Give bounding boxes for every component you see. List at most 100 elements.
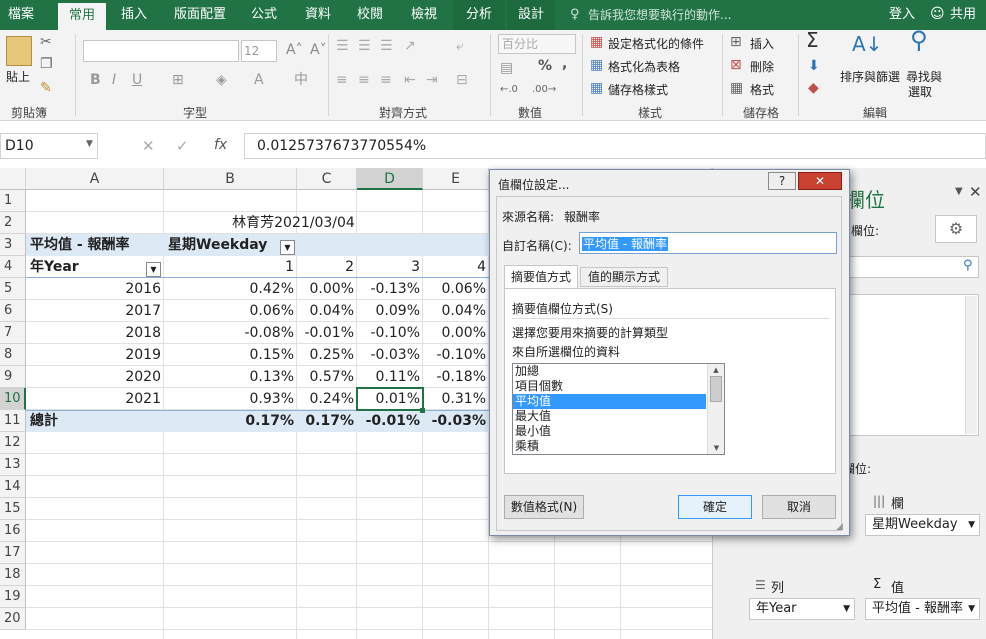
function-option[interactable]: 加總 xyxy=(513,364,724,379)
grand-total-label[interactable]: 總計 xyxy=(26,410,164,432)
italic-button[interactable]: I xyxy=(112,72,116,88)
align-center-icon[interactable]: ≡ xyxy=(358,72,370,88)
tab-analyze[interactable]: 分析 xyxy=(453,0,505,30)
row-label-year[interactable]: 2021 xyxy=(26,388,164,410)
align-top-icon[interactable]: ☰ xyxy=(336,38,349,54)
row-header-1[interactable]: 1 xyxy=(0,190,26,212)
pane-close-icon[interactable]: ✕ xyxy=(969,183,982,201)
pivot-value-cell[interactable]: -0.10% xyxy=(357,322,423,344)
row-label-year[interactable]: 2017 xyxy=(26,300,164,322)
align-bottom-icon[interactable]: ☰ xyxy=(380,38,393,54)
wrap-text-icon[interactable]: ⤶ xyxy=(456,38,464,54)
function-option[interactable]: 項目個數 xyxy=(513,379,724,394)
tab-view[interactable]: 檢視 xyxy=(404,0,444,30)
paste-button[interactable]: 貼上 xyxy=(6,68,30,85)
pivot-value-cell[interactable]: -0.03% xyxy=(357,344,423,366)
align-right-icon[interactable]: ≡ xyxy=(380,72,392,88)
pivot-value-cell[interactable]: -0.13% xyxy=(357,278,423,300)
row-header-3[interactable]: 3 xyxy=(0,234,26,256)
enter-icon[interactable]: ✓ xyxy=(176,137,189,155)
tab-design[interactable]: 設計 xyxy=(507,0,555,30)
total-1[interactable]: 0.17% xyxy=(164,410,297,432)
gear-icon[interactable]: ⚙ xyxy=(935,215,977,243)
column-filter-button[interactable]: ▼ xyxy=(280,240,295,255)
total-2[interactable]: 0.17% xyxy=(297,410,357,432)
row-label-year[interactable]: 2020 xyxy=(26,366,164,388)
pivot-value-cell[interactable]: 0.93% xyxy=(164,388,297,410)
custom-name-input[interactable]: 平均值 - 報酬率 xyxy=(579,232,837,254)
row-header-19[interactable]: 19 xyxy=(0,586,26,608)
rows-area-item[interactable]: 年Year ▼ xyxy=(749,598,855,620)
phonetic-icon[interactable]: 中 xyxy=(294,72,308,88)
pivot-value-cell[interactable]: 0.13% xyxy=(164,366,297,388)
cancel-icon[interactable]: ✕ xyxy=(142,137,155,155)
row-header-2[interactable]: 2 xyxy=(0,212,26,234)
column-header-a[interactable]: A xyxy=(26,168,164,190)
row-label-year[interactable]: 2018 xyxy=(26,322,164,344)
tell-me-search[interactable]: 告訴我您想要執行的動作... xyxy=(588,0,738,30)
align-left-icon[interactable]: ≡ xyxy=(336,72,348,88)
pivot-column-field[interactable]: 星期Weekday xyxy=(164,234,489,256)
tab-insert[interactable]: 插入 xyxy=(114,0,154,30)
close-button[interactable]: ✕ xyxy=(798,172,842,190)
clear-icon[interactable]: ◆ xyxy=(808,80,819,96)
pivot-value-cell[interactable]: 0.06% xyxy=(164,300,297,322)
tab-show-values-as[interactable]: 值的顯示方式 xyxy=(580,267,668,287)
col-label-3[interactable]: 3 xyxy=(357,256,423,278)
values-area-item[interactable]: 平均值 - 報酬率 ▼ xyxy=(865,598,980,620)
function-list-scrollbar[interactable]: ▲ ▼ xyxy=(707,364,724,454)
cut-icon[interactable]: ✂ xyxy=(40,34,52,50)
tab-file[interactable]: 檔案 xyxy=(0,0,42,30)
pivot-value-cell[interactable]: 0.24% xyxy=(297,388,357,410)
pivot-value-cell[interactable]: -0.08% xyxy=(164,322,297,344)
row-header-18[interactable]: 18 xyxy=(0,564,26,586)
tab-page-layout[interactable]: 版面配置 xyxy=(168,0,232,30)
paste-icon[interactable] xyxy=(6,36,32,66)
summarize-function-list[interactable]: 加總 項目個數 平均值 最大值 最小值 乘積 xyxy=(512,363,725,455)
row-header-14[interactable]: 14 xyxy=(0,476,26,498)
delete-cells-button[interactable]: 刪除 xyxy=(750,58,774,75)
border-icon[interactable]: ⊞ xyxy=(172,72,184,88)
tab-data[interactable]: 資料 xyxy=(298,0,338,30)
col-label-1[interactable]: 1 xyxy=(164,256,297,278)
conditional-formatting-button[interactable]: 設定格式化的條件 xyxy=(608,35,704,52)
font-size-box[interactable]: 12 xyxy=(241,40,277,62)
format-as-table-button[interactable]: 格式化為表格 xyxy=(608,58,680,75)
row-header-4[interactable]: 4 xyxy=(0,256,26,278)
pivot-value-cell[interactable]: 0.04% xyxy=(423,300,489,322)
row-header-11[interactable]: 11 xyxy=(0,410,26,432)
accounting-format-icon[interactable]: ▤ xyxy=(500,60,513,76)
row-header-20[interactable]: 20 xyxy=(0,608,26,630)
row-header-17[interactable]: 17 xyxy=(0,542,26,564)
name-box[interactable]: D10 xyxy=(0,133,98,159)
autosum-icon[interactable]: Σ xyxy=(806,30,819,50)
tab-home[interactable]: 常用 xyxy=(58,3,106,30)
fill-color-icon[interactable]: ◈ xyxy=(216,72,227,88)
pane-options-icon[interactable]: ▼ xyxy=(955,186,963,197)
pivot-value-cell[interactable]: -0.10% xyxy=(423,344,489,366)
pivot-value-cell[interactable]: 0.11% xyxy=(357,366,423,388)
cancel-button[interactable]: 取消 xyxy=(762,495,836,519)
resize-grip-icon[interactable]: ◢ xyxy=(836,522,843,532)
sort-filter-button[interactable]: 排序與篩選 xyxy=(840,68,900,85)
select-all-corner[interactable] xyxy=(0,168,26,190)
format-painter-icon[interactable]: ✎ xyxy=(40,80,52,96)
row-header-9[interactable]: 9 xyxy=(0,366,26,388)
function-option[interactable]: 乘積 xyxy=(513,439,724,454)
fill-icon[interactable]: ⬇ xyxy=(808,58,820,74)
ok-button[interactable]: 確定 xyxy=(678,495,752,519)
pivot-value-label[interactable]: 平均值 - 報酬率 xyxy=(26,234,164,256)
col-label-2[interactable]: 2 xyxy=(297,256,357,278)
pivot-value-cell[interactable]: 0.00% xyxy=(423,322,489,344)
underline-button[interactable]: U xyxy=(132,72,142,88)
pivot-value-cell[interactable]: 0.09% xyxy=(357,300,423,322)
bold-button[interactable]: B xyxy=(90,72,101,88)
number-format-button[interactable]: 數值格式(N) xyxy=(504,495,584,519)
insert-cells-button[interactable]: 插入 xyxy=(750,35,774,52)
tab-summarize-by[interactable]: 摘要值方式 xyxy=(504,265,578,289)
pivot-value-cell[interactable]: 0.04% xyxy=(297,300,357,322)
row-header-16[interactable]: 16 xyxy=(0,520,26,542)
pivot-value-cell[interactable]: 0.00% xyxy=(297,278,357,300)
grow-font-icon[interactable]: A˄ xyxy=(286,42,303,58)
font-name-box[interactable] xyxy=(83,40,239,62)
